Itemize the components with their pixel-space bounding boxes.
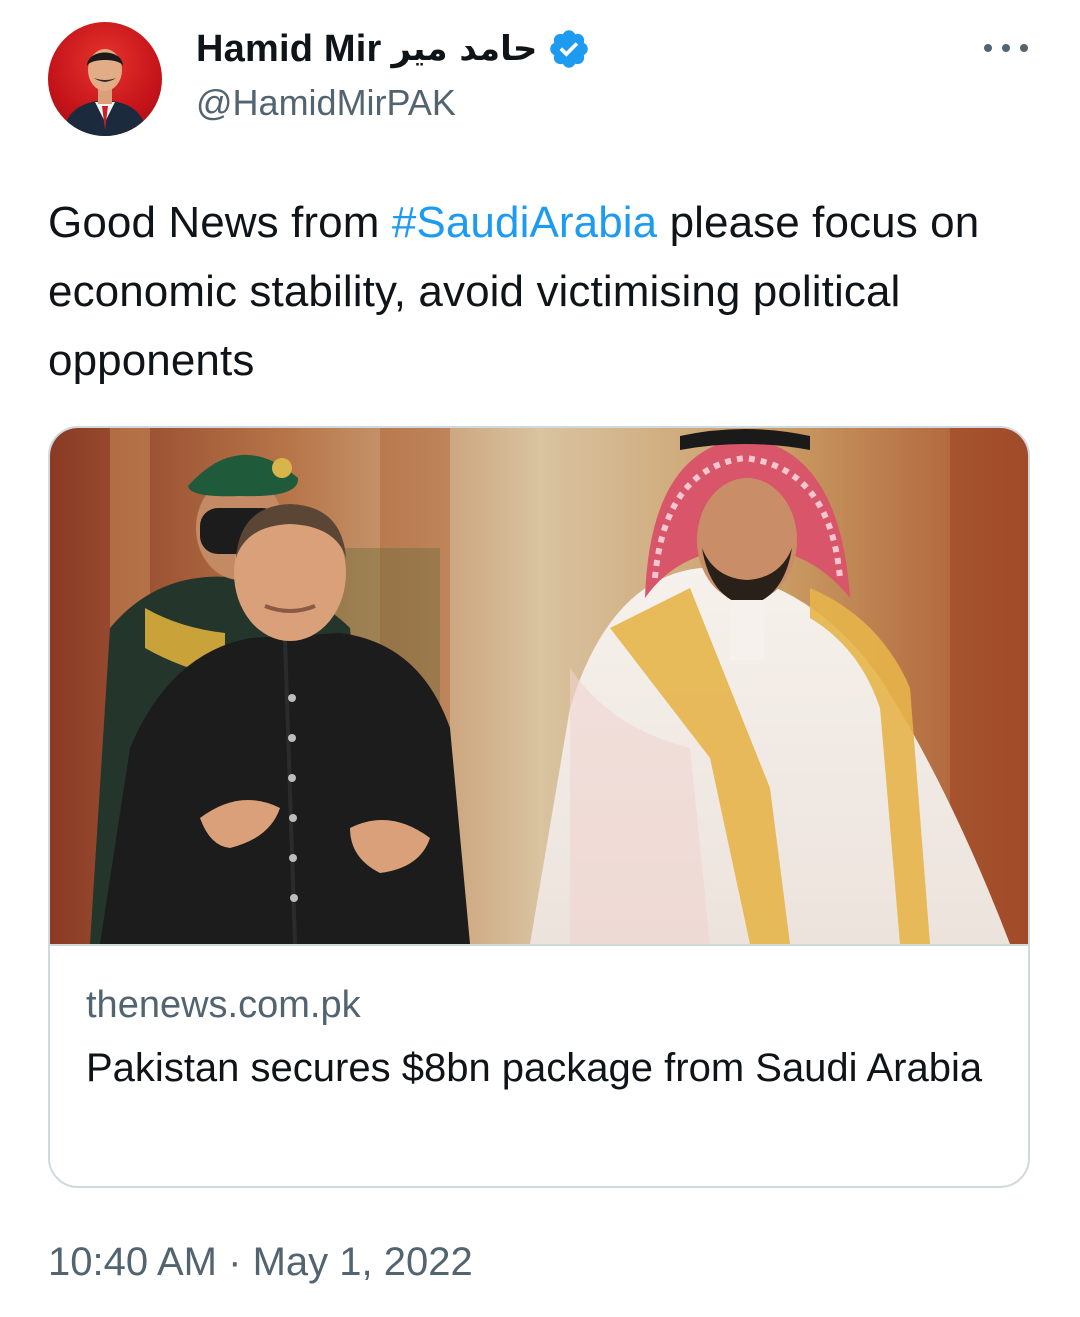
- tweet-date: May 1, 2022: [252, 1240, 473, 1284]
- more-dot: [984, 44, 992, 52]
- more-options-icon[interactable]: [984, 34, 1028, 62]
- more-dot: [1020, 44, 1028, 52]
- more-dot: [1002, 44, 1010, 52]
- avatar[interactable]: [48, 22, 162, 136]
- author-name-row[interactable]: Hamid Mir حامد میر: [196, 24, 591, 74]
- hashtag-link[interactable]: #SaudiArabia: [392, 198, 657, 247]
- tweet-text-before: Good News from: [48, 198, 392, 247]
- verified-badge-icon: [547, 27, 591, 71]
- author-urdu-name[interactable]: حامد میر: [392, 29, 538, 69]
- author-handle[interactable]: @HamidMirPAK: [196, 82, 456, 124]
- tweet-text: Good News from #SaudiArabia please focus…: [48, 188, 1038, 395]
- news-photo-icon[interactable]: [50, 428, 1028, 946]
- card-domain[interactable]: thenews.com.pk: [86, 984, 361, 1027]
- tweet-time: 10:40 AM: [48, 1240, 218, 1284]
- link-preview-card[interactable]: thenews.com.pk Pakistan secures $8bn pac…: [48, 426, 1030, 1188]
- author-display-name[interactable]: Hamid Mir: [196, 28, 382, 71]
- tweet-timestamp[interactable]: 10:40 AM · May 1, 2022: [48, 1240, 473, 1285]
- timestamp-separator: ·: [217, 1240, 253, 1284]
- card-title[interactable]: Pakistan secures $8bn package from Saudi…: [86, 1040, 986, 1096]
